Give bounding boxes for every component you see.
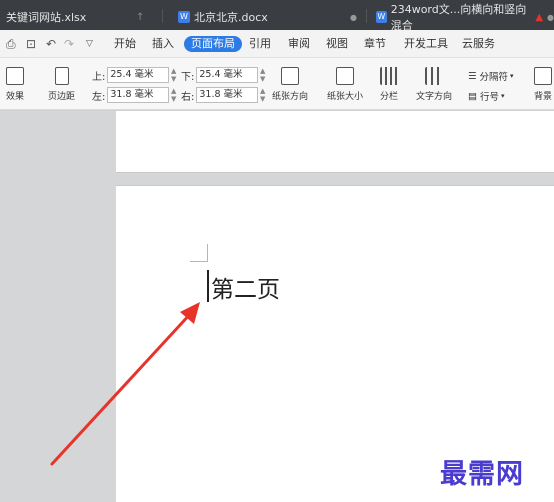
margin-bottom-row: 下: 25.4 毫米 ▲ ▼ <box>181 67 265 83</box>
line-number-label: 行号 <box>479 92 499 103</box>
margin-top-value: 25.4 毫米 <box>110 69 154 80</box>
page-2-text[interactable]: 第二页 <box>211 270 280 304</box>
paper-size-button[interactable]: 纸张大小 <box>327 67 363 102</box>
spinner-icon[interactable]: ▲ ▼ <box>171 87 176 103</box>
margin-left-input[interactable]: 31.8 毫米 ▲ ▼ <box>107 87 176 103</box>
tab-label: 234word文...向横向和竖向混合 <box>390 3 527 32</box>
margin-left-label: 左: <box>92 91 106 103</box>
ribbon-menu-bar: ⎙ ⊡ ↶ ↷ ▽ 开始 插入 页面布局 引用 审阅 视图 章节 开发工具 云服… <box>0 30 554 58</box>
tab-docx[interactable]: W 北京北京.docx <box>172 4 268 30</box>
document-tab-bar: 关键词网站.xlsx ↑ W 北京北京.docx ● W 234word文...… <box>0 0 554 32</box>
effects-label: 效果 <box>6 92 25 102</box>
tab-divider <box>162 9 163 23</box>
margins-label: 页边距 <box>48 92 76 102</box>
menu-insert[interactable]: 插入 <box>152 36 174 52</box>
redo-icon[interactable]: ↷ <box>64 37 74 51</box>
undo-icon[interactable]: ↶ <box>46 37 56 51</box>
background-button[interactable]: 背景 <box>534 67 552 102</box>
effects-icon <box>6 67 24 85</box>
tab-label: 北京北京.docx <box>194 11 268 24</box>
margin-right-input[interactable]: 31.8 毫米 ▲ ▼ <box>196 87 265 103</box>
margins-icon <box>54 67 69 85</box>
word-doc-icon: W <box>178 11 190 23</box>
background-label: 背景 <box>534 92 553 102</box>
spinner-icon[interactable]: ▲ ▼ <box>171 67 176 83</box>
customize-dropdown-icon[interactable]: ▽ <box>86 39 93 49</box>
tab-xlsx[interactable]: 关键词网站.xlsx <box>0 4 86 30</box>
page-1-bottom[interactable] <box>116 111 554 173</box>
orientation-icon <box>281 67 299 85</box>
line-number-icon: ▤ <box>468 90 477 102</box>
menu-page-layout[interactable]: 页面布局 <box>184 36 242 52</box>
menu-references[interactable]: 引用 <box>249 36 271 52</box>
menu-home[interactable]: 开始 <box>114 36 136 52</box>
margin-top-row: 上: 25.4 毫米 ▲ ▼ <box>92 67 176 83</box>
watermark-logo: 最需网 <box>440 459 524 490</box>
columns-icon <box>380 67 398 85</box>
tab-divider <box>366 9 367 23</box>
effects-button[interactable]: 效果 <box>6 67 24 102</box>
page-layout-toolbar: 效果 页边距 上: 25.4 毫米 ▲ ▼ 左: 31.8 毫米 ▲ ▼ 下: 25.4… <box>0 58 554 110</box>
menu-review[interactable]: 审阅 <box>288 36 310 52</box>
menu-chapter[interactable]: 章节 <box>364 36 386 52</box>
margin-right-row: 右: 31.8 毫米 ▲ ▼ <box>181 87 265 103</box>
margin-left-value: 31.8 毫米 <box>110 89 154 100</box>
margin-right-label: 右: <box>181 91 195 103</box>
margin-bottom-label: 下: <box>181 71 195 83</box>
print-preview-icon[interactable]: ⊡ <box>26 37 36 51</box>
menu-developer[interactable]: 开发工具 <box>404 36 448 52</box>
margin-top-input[interactable]: 25.4 毫米 ▲ ▼ <box>107 67 176 83</box>
text-direction-icon <box>425 67 443 85</box>
document-canvas[interactable] <box>0 111 554 502</box>
margin-right-value: 31.8 毫米 <box>199 89 243 100</box>
app-window: 关键词网站.xlsx ↑ W 北京北京.docx ● W 234word文...… <box>0 0 554 502</box>
chevron-down-icon: ▾ <box>510 72 514 80</box>
separator-button[interactable]: ☰ 分隔符 ▾ <box>468 69 514 84</box>
margin-bottom-input[interactable]: 25.4 毫米 ▲ ▼ <box>196 67 265 83</box>
chevron-down-icon: ▾ <box>501 92 505 100</box>
orientation-label: 纸张方向 <box>272 92 309 102</box>
warning-icon: ▲ <box>535 11 544 23</box>
tab-label: 关键词网站.xlsx <box>6 11 87 24</box>
menu-cloud[interactable]: 云服务 <box>462 36 495 52</box>
tab-dot-icon: ● <box>350 12 357 22</box>
margins-button[interactable]: 页边距 <box>48 67 75 102</box>
spinner-icon[interactable]: ▲ ▼ <box>260 87 265 103</box>
background-icon <box>534 67 552 85</box>
line-number-button[interactable]: ▤ 行号 ▾ <box>468 89 505 104</box>
orientation-button[interactable]: 纸张方向 <box>272 67 308 102</box>
margin-top-label: 上: <box>92 71 106 83</box>
word-doc-icon: W <box>376 11 387 23</box>
paper-size-label: 纸张大小 <box>327 92 364 102</box>
columns-button[interactable]: 分栏 <box>380 67 398 102</box>
columns-label: 分栏 <box>380 92 399 102</box>
separator-label: 分隔符 <box>479 72 509 83</box>
margin-left-row: 左: 31.8 毫米 ▲ ▼ <box>92 87 176 103</box>
tab-dot-icon: ● <box>547 12 554 22</box>
upload-icon[interactable]: ↑ <box>130 4 144 30</box>
margin-bottom-value: 25.4 毫米 <box>199 69 243 80</box>
text-cursor <box>207 270 209 302</box>
print-icon[interactable]: ⎙ <box>6 37 16 52</box>
tab-234word[interactable]: W 234word文...向横向和竖向混合 ▲ ● <box>370 3 554 32</box>
text-direction-button[interactable]: 文字方向 <box>416 67 452 102</box>
margin-corner-marker <box>190 244 208 262</box>
text-direction-label: 文字方向 <box>416 92 453 102</box>
paper-size-icon <box>336 67 354 85</box>
separator-icon: ☰ <box>468 70 477 82</box>
menu-view[interactable]: 视图 <box>326 36 348 52</box>
left-margin-gutter <box>0 111 116 502</box>
spinner-icon[interactable]: ▲ ▼ <box>260 67 265 83</box>
